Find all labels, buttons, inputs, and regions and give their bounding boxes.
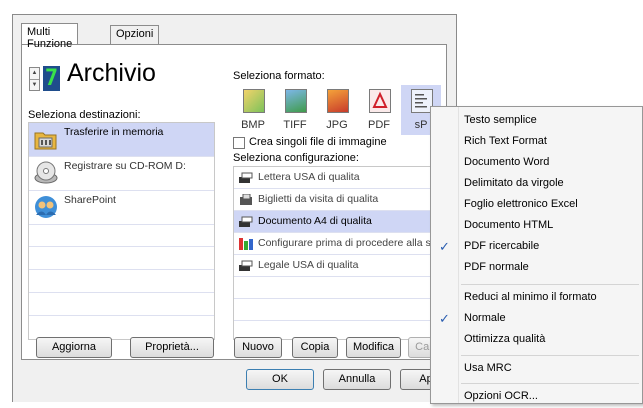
menu-separator	[461, 355, 639, 356]
format-pdf[interactable]: PDF	[359, 85, 399, 135]
format-label-text: PDF	[368, 119, 390, 131]
configuration-item[interactable]: Legale USA di qualita	[234, 255, 447, 277]
configuration-label-text: Biglietti da visita di qualita	[258, 193, 379, 205]
menu-item-reduci-formato[interactable]: Reduci al minimo il formato	[433, 288, 640, 309]
menu-item-testo-semplice[interactable]: Testo semplice	[433, 111, 640, 132]
destination-item-memoria[interactable]: Trasferire in memoria	[29, 123, 214, 157]
list-divider	[29, 292, 214, 293]
menu-item-label: Normale	[464, 312, 506, 324]
configuration-label-text: Configurare prima di procedere alla sc.	[258, 237, 439, 249]
profile-number: 7	[43, 66, 60, 91]
configure-before-scan-icon	[239, 238, 253, 250]
format-jpg[interactable]: JPG	[317, 85, 357, 135]
list-divider	[29, 269, 214, 270]
configuration-label-text: Legale USA di qualita	[258, 259, 359, 271]
one-touch-properties-window: Multi Funzione Opzioni ▲ ▼ 7 Archivio Se…	[12, 14, 457, 402]
configuration-empty-row	[234, 277, 447, 299]
check-icon: ✓	[439, 239, 450, 254]
jpg-file-icon	[327, 89, 349, 113]
edit-button[interactable]: Modifica	[346, 337, 401, 358]
menu-item-label: Documento HTML	[464, 219, 554, 231]
format-options-menu: Testo semplice Rich Text Format Document…	[430, 106, 643, 404]
tab-opzioni[interactable]: Opzioni	[110, 25, 160, 44]
menu-item-label: Testo semplice	[464, 114, 537, 126]
destinations-label: Seleziona destinazioni:	[28, 109, 141, 121]
new-button[interactable]: Nuovo	[234, 337, 282, 358]
menu-item-label: Rich Text Format	[464, 135, 547, 147]
format-label-text: BMP	[241, 119, 265, 131]
pdf-file-icon	[369, 89, 391, 113]
configuration-label: Seleziona configurazione:	[233, 152, 359, 164]
bmp-file-icon	[243, 89, 265, 113]
menu-item-pdf-normale[interactable]: PDF normale	[433, 258, 640, 279]
profile-spinner[interactable]: ▲ ▼	[29, 67, 40, 91]
destination-label: Trasferire in memoria	[64, 126, 164, 138]
configuration-item[interactable]: Documento A4 di qualita	[234, 211, 447, 233]
configuration-item[interactable]: Configurare prima di procedere alla sc.	[234, 233, 447, 255]
scanner-config-icon	[239, 216, 253, 227]
copy-button[interactable]: Copia	[292, 337, 338, 358]
scanner-config-icon	[239, 172, 253, 183]
menu-item-ottimizza-qualita[interactable]: Ottimizza qualità	[433, 330, 640, 351]
format-label: Seleziona formato:	[233, 70, 325, 82]
menu-item-delimitato-da-virgole[interactable]: Delimitato da virgole	[433, 174, 640, 195]
configuration-list[interactable]: Lettera USA di qualita Biglietti da visi…	[233, 166, 448, 340]
configuration-empty-row	[234, 299, 447, 321]
ok-button[interactable]: OK	[246, 369, 314, 390]
format-label-text: TIFF	[283, 119, 307, 131]
spinner-up-icon[interactable]: ▲	[30, 68, 39, 79]
format-strip: BMP TIFF JPG PDF sP	[233, 85, 448, 135]
tiff-file-icon	[285, 89, 307, 113]
configuration-item[interactable]: Biglietti da visita di qualita	[234, 189, 447, 211]
destination-label: SharePoint	[64, 194, 116, 206]
properties-button[interactable]: Proprietà...	[130, 337, 214, 358]
menu-item-label: Opzioni OCR...	[464, 390, 538, 402]
cd-rom-icon	[34, 161, 58, 184]
sharepoint-icon	[35, 196, 57, 218]
format-tiff[interactable]: TIFF	[275, 85, 315, 135]
scanner-config-icon	[239, 260, 253, 271]
menu-item-rich-text-format[interactable]: Rich Text Format	[433, 132, 640, 153]
destination-item-cdrom[interactable]: Registrare su CD-ROM D:	[29, 157, 214, 191]
folder-memory-icon	[34, 132, 57, 150]
list-divider	[29, 315, 214, 316]
spinner-down-icon[interactable]: ▼	[30, 79, 39, 90]
menu-item-documento-html[interactable]: Documento HTML	[433, 216, 640, 237]
menu-item-label: Usa MRC	[464, 362, 512, 374]
configuration-label-text: Documento A4 di qualita	[258, 215, 372, 227]
profile-name: Archivio	[67, 59, 156, 87]
format-label-text: JPG	[326, 119, 348, 131]
menu-item-opzioni-ocr[interactable]: Opzioni OCR...	[433, 387, 640, 408]
menu-item-pdf-ricercabile[interactable]: ✓ PDF ricercabile	[433, 237, 640, 258]
destination-label: Registrare su CD-ROM D:	[64, 160, 186, 172]
tab-multi-funzione[interactable]: Multi Funzione	[21, 23, 79, 50]
menu-item-label: PDF ricercabile	[464, 240, 540, 252]
list-divider	[29, 246, 214, 247]
menu-item-normale[interactable]: ✓ Normale	[433, 309, 640, 330]
menu-item-label: PDF normale	[464, 261, 529, 273]
configuration-label-text: Lettera USA di qualita	[258, 171, 360, 183]
menu-item-label: Ottimizza qualità	[464, 333, 546, 345]
configuration-item[interactable]: Lettera USA di qualita	[234, 167, 447, 189]
check-icon: ✓	[439, 311, 450, 326]
refresh-button[interactable]: Aggiorna	[36, 337, 112, 358]
menu-item-foglio-elettronico-excel[interactable]: Foglio elettronico Excel	[433, 195, 640, 216]
menu-separator	[461, 383, 639, 384]
format-bmp[interactable]: BMP	[233, 85, 273, 135]
single-images-checkbox[interactable]	[233, 137, 245, 149]
cancel-button[interactable]: Annulla	[323, 369, 391, 390]
single-images-option[interactable]: Crea singoli file di immagine	[233, 136, 448, 150]
destination-list[interactable]: Trasferire in memoria Registrare su CD-R…	[28, 122, 215, 340]
tab-panel: ▲ ▼ 7 Archivio Seleziona destinazioni: T…	[21, 44, 448, 360]
destination-item-sharepoint[interactable]: SharePoint	[29, 191, 214, 225]
business-card-config-icon	[240, 194, 252, 205]
menu-item-label: Delimitato da virgole	[464, 177, 564, 189]
menu-item-usa-mrc[interactable]: Usa MRC	[433, 359, 640, 380]
menu-item-label: Documento Word	[464, 156, 550, 168]
menu-item-label: Foglio elettronico Excel	[464, 198, 578, 210]
menu-separator	[461, 284, 639, 285]
menu-item-label: Reduci al minimo il formato	[464, 291, 597, 303]
single-images-label: Crea singoli file di immagine	[249, 136, 387, 148]
menu-item-documento-word[interactable]: Documento Word	[433, 153, 640, 174]
